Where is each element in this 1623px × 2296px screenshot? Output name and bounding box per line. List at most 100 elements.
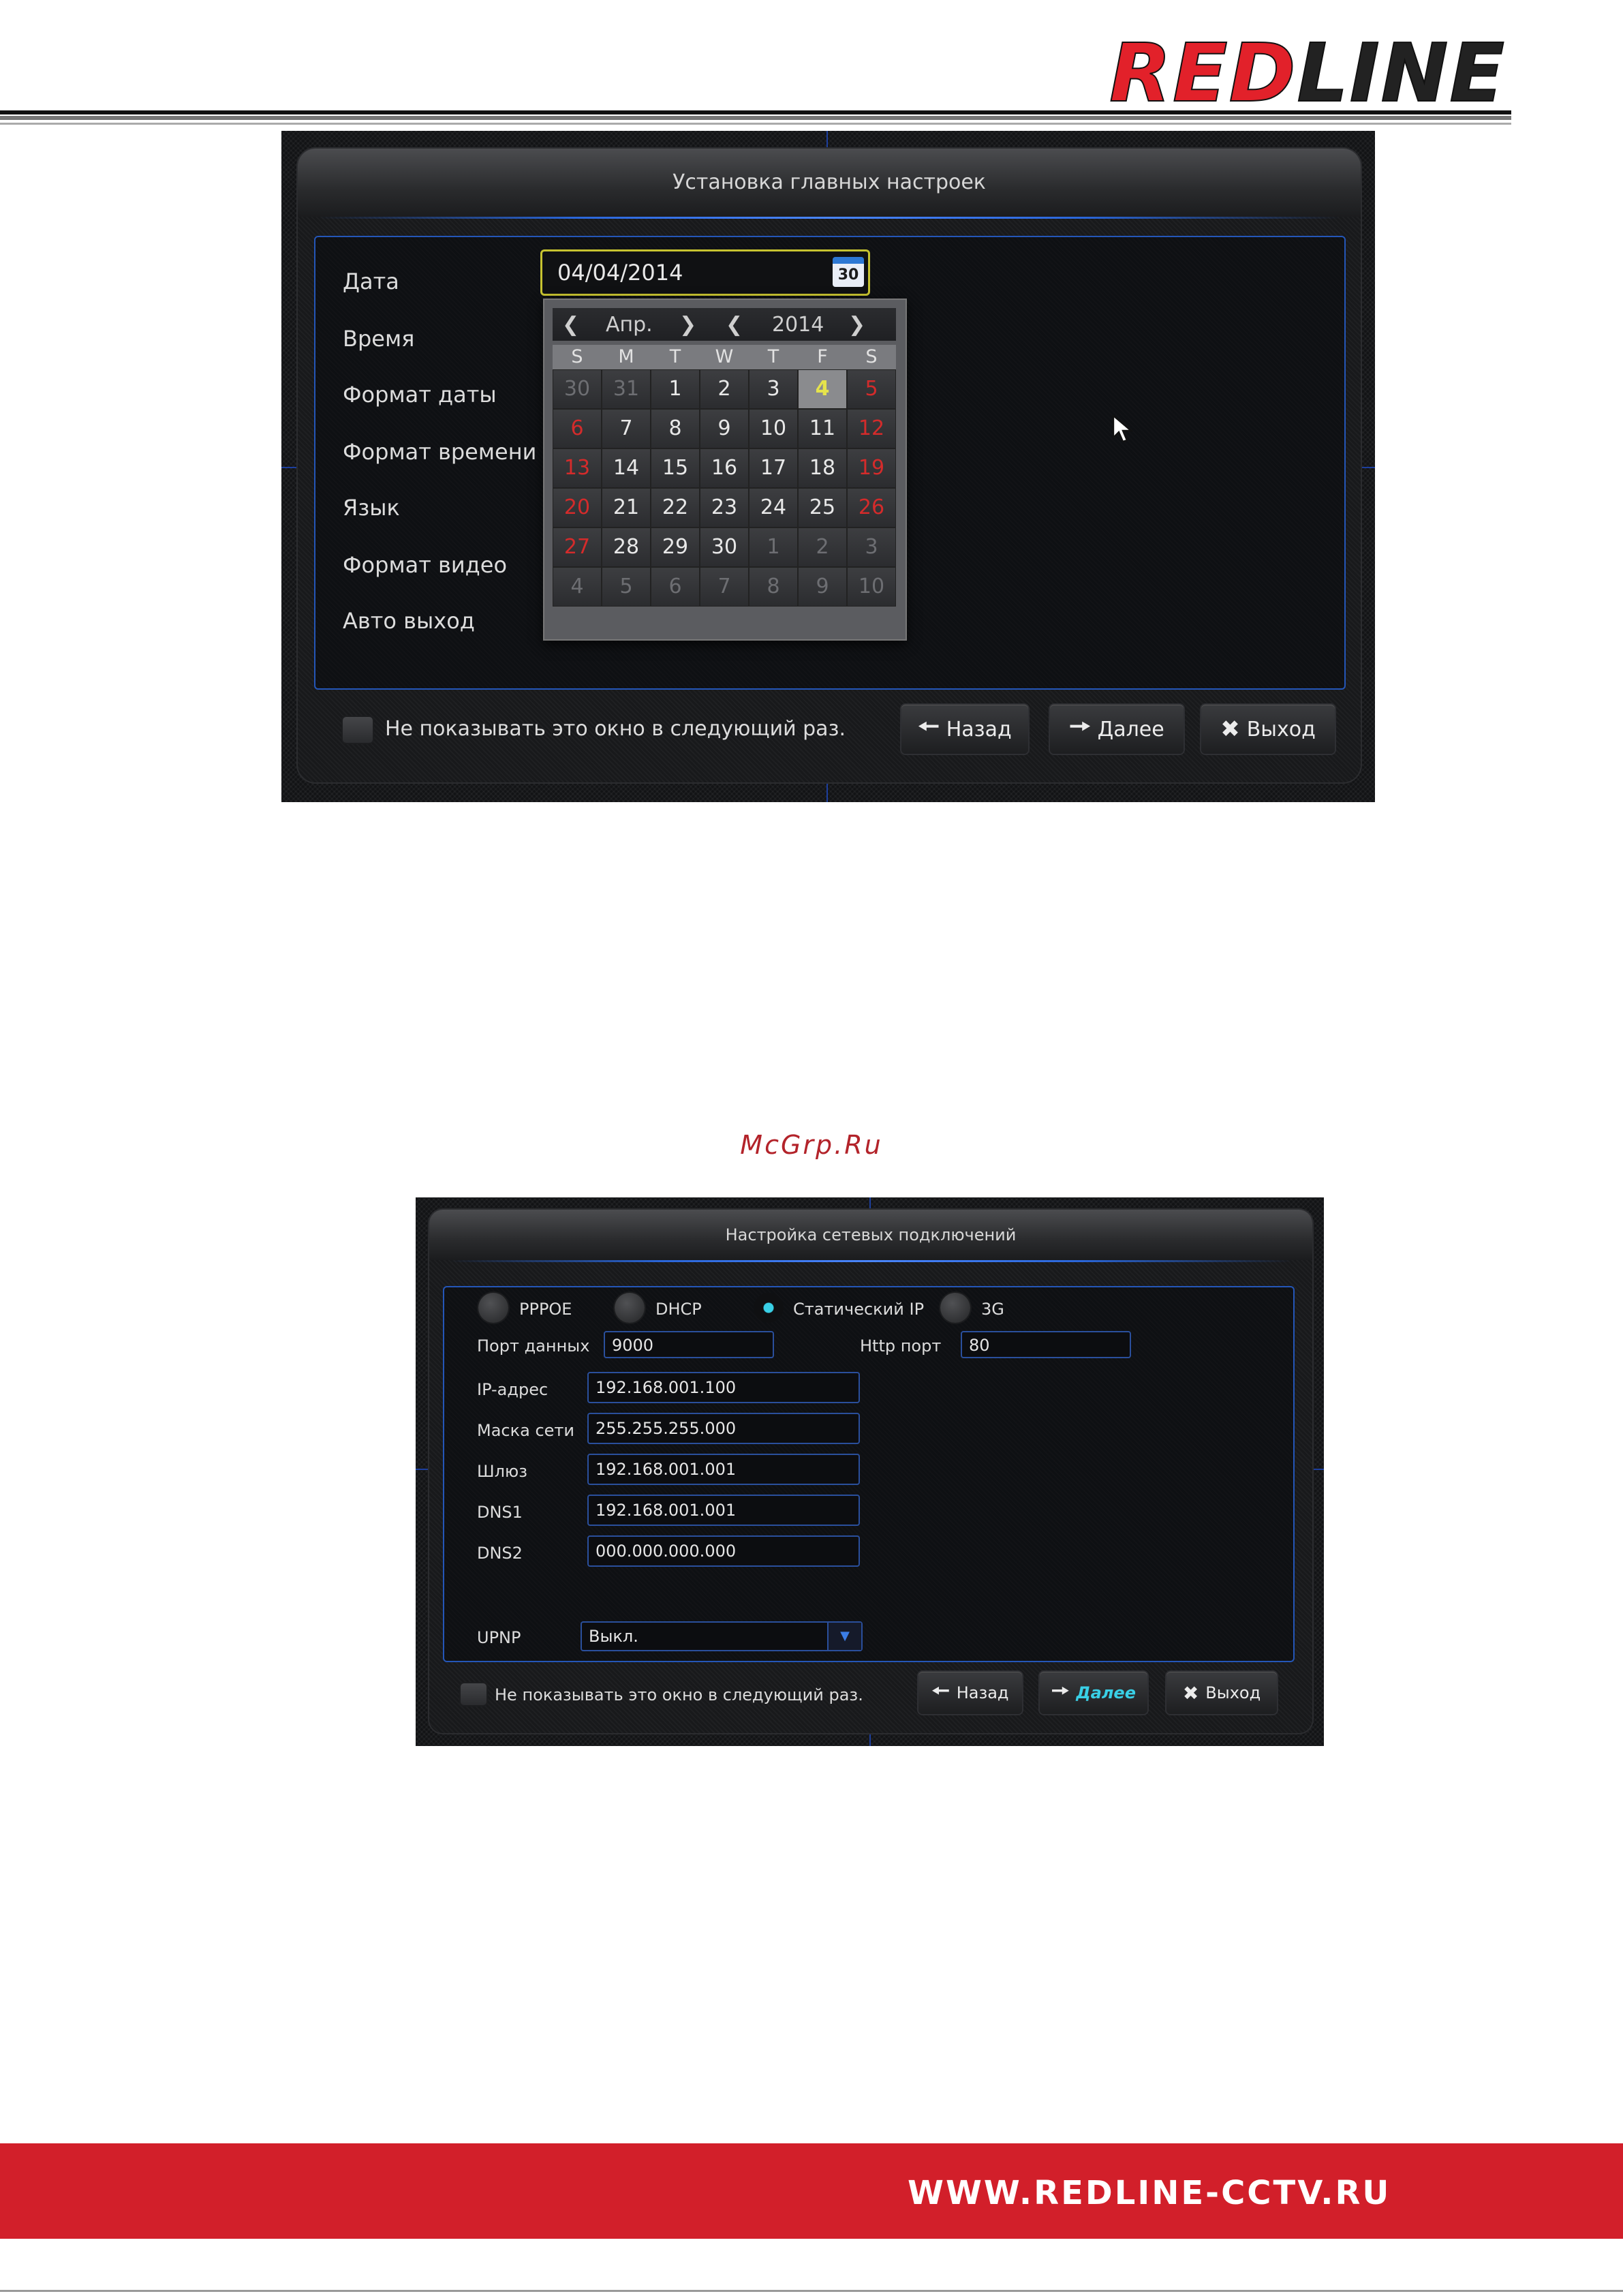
calendar-day[interactable]: 3 bbox=[847, 527, 896, 567]
dont-show-checkbox[interactable] bbox=[461, 1683, 486, 1705]
calendar-day[interactable]: 1 bbox=[651, 369, 700, 409]
dialog-title: Настройка сетевых подключений bbox=[429, 1210, 1312, 1262]
arrow-left-icon: 🠔 bbox=[918, 712, 940, 741]
calendar-day[interactable]: 2 bbox=[798, 527, 847, 567]
radio-dhcp-label: DHCP bbox=[655, 1300, 702, 1319]
next-button[interactable]: 🠖 Далее bbox=[1050, 705, 1184, 754]
calendar-days: 30 31 1 2 3 4 5 6 7 8 9 10 11 12 13 14 15 16 17 18 19 20 21 22 2… bbox=[553, 369, 896, 607]
general-settings-dialog: Установка главных настроек Дата Время Фо… bbox=[298, 149, 1361, 782]
prev-month-icon[interactable]: ❮ bbox=[562, 313, 579, 337]
calendar-day[interactable]: 4 bbox=[798, 369, 847, 409]
calendar-day[interactable]: 19 bbox=[847, 448, 896, 488]
weekday-header: M bbox=[618, 346, 634, 367]
footer-url: WWW.REDLINE-CCTV.RU bbox=[908, 2174, 1391, 2212]
calendar-day[interactable]: 18 bbox=[798, 448, 847, 488]
data-port-label: Порт данных bbox=[477, 1336, 590, 1356]
calendar-day[interactable]: 31 bbox=[602, 369, 651, 409]
chevron-down-icon[interactable]: ▼ bbox=[827, 1623, 861, 1650]
http-port-input[interactable]: 80 bbox=[961, 1331, 1131, 1358]
date-input[interactable]: 04/04/2014 30 bbox=[540, 249, 870, 296]
calendar-day[interactable]: 30 bbox=[553, 369, 602, 409]
label-date-format: Формат даты bbox=[343, 382, 497, 408]
settings-panel: Дата Время Формат даты Формат времени Яз… bbox=[314, 236, 1346, 690]
back-button[interactable]: 🠔 Назад bbox=[918, 1672, 1022, 1714]
calendar-day[interactable]: 3 bbox=[749, 369, 798, 409]
calendar-day[interactable]: 15 bbox=[651, 448, 700, 488]
calendar-day[interactable]: 4 bbox=[553, 567, 602, 607]
radio-dhcp[interactable] bbox=[615, 1293, 645, 1323]
calendar-day[interactable]: 12 bbox=[847, 409, 896, 448]
back-button[interactable]: 🠔 Назад bbox=[901, 705, 1028, 754]
close-icon: ✖ bbox=[1182, 1681, 1199, 1704]
calendar-day[interactable]: 5 bbox=[847, 369, 896, 409]
calendar-day[interactable]: 8 bbox=[749, 567, 798, 607]
radio-pppoe[interactable] bbox=[478, 1293, 508, 1323]
dns2-input[interactable]: 000.000.000.000 bbox=[587, 1535, 860, 1567]
date-value: 04/04/2014 bbox=[557, 260, 683, 286]
logo-part-red: RED bbox=[1109, 26, 1297, 120]
calendar-day[interactable]: 11 bbox=[798, 409, 847, 448]
calendar-day[interactable]: 9 bbox=[798, 567, 847, 607]
calendar-day[interactable]: 25 bbox=[798, 488, 847, 527]
next-month-icon[interactable]: ❯ bbox=[679, 313, 696, 337]
gateway-input[interactable]: 192.168.001.001 bbox=[587, 1454, 860, 1485]
radio-3g[interactable] bbox=[940, 1293, 970, 1323]
calendar-day[interactable]: 28 bbox=[602, 527, 651, 567]
calendar-day[interactable]: 8 bbox=[651, 409, 700, 448]
calendar-day[interactable]: 27 bbox=[553, 527, 602, 567]
header-divider bbox=[0, 110, 1511, 120]
subnet-mask-label: Маска сети bbox=[477, 1421, 574, 1440]
dialog-title: Установка главных настроек bbox=[298, 149, 1361, 219]
weekday-header: T bbox=[669, 346, 681, 367]
calendar-day[interactable]: 30 bbox=[700, 527, 749, 567]
calendar-day[interactable]: 10 bbox=[749, 409, 798, 448]
calendar-day[interactable]: 16 bbox=[700, 448, 749, 488]
calendar-day[interactable]: 21 bbox=[602, 488, 651, 527]
calendar-grid: SMTWTFS 30 31 1 2 3 4 5 6 7 8 9 10 11 12 13 14 15 16 17 18 1… bbox=[553, 345, 896, 607]
radio-pppoe-label: PPPOE bbox=[519, 1300, 572, 1319]
exit-button[interactable]: ✖ Выход bbox=[1201, 705, 1335, 754]
calendar-day[interactable]: 23 bbox=[700, 488, 749, 527]
prev-year-icon[interactable]: ❮ bbox=[726, 313, 743, 337]
arrow-left-icon: 🠔 bbox=[931, 1679, 950, 1703]
screenshot-network-settings: Настройка сетевых подключений PPPOE DHCP… bbox=[416, 1197, 1324, 1746]
label-auto-exit: Авто выход bbox=[343, 608, 475, 634]
next-button-label: Далее bbox=[1076, 1683, 1136, 1702]
next-year-icon[interactable]: ❯ bbox=[848, 313, 865, 337]
arrow-right-icon: 🠖 bbox=[1051, 1679, 1070, 1703]
calendar-day[interactable]: 5 bbox=[602, 567, 651, 607]
ip-address-input[interactable]: 192.168.001.100 bbox=[587, 1372, 860, 1403]
calendar-day[interactable]: 9 bbox=[700, 409, 749, 448]
calendar-day[interactable]: 14 bbox=[602, 448, 651, 488]
network-panel: PPPOE DHCP Статический IP 3G Порт данных… bbox=[443, 1286, 1295, 1662]
calendar-day[interactable]: 2 bbox=[700, 369, 749, 409]
label-date: Дата bbox=[343, 269, 399, 294]
subnet-mask-input[interactable]: 255.255.255.000 bbox=[587, 1413, 860, 1444]
calendar-popup: ❮ Апр. ❯ ❮ 2014 ❯ SMTWTFS 30 31 1 2 3 4 5 6 7 8 9 1… bbox=[543, 299, 907, 641]
next-button-label: Далее bbox=[1097, 717, 1164, 741]
calendar-day[interactable]: 13 bbox=[553, 448, 602, 488]
radio-static-ip-label: Статический IP bbox=[793, 1300, 925, 1319]
calendar-day[interactable]: 29 bbox=[651, 527, 700, 567]
calendar-day[interactable]: 7 bbox=[700, 567, 749, 607]
radio-static-ip[interactable] bbox=[754, 1293, 784, 1323]
label-time: Время bbox=[343, 326, 415, 352]
next-button[interactable]: 🠖 Далее bbox=[1040, 1672, 1147, 1714]
dns1-input[interactable]: 192.168.001.001 bbox=[587, 1495, 860, 1526]
calendar-day[interactable]: 17 bbox=[749, 448, 798, 488]
calendar-day[interactable]: 6 bbox=[651, 567, 700, 607]
calendar-day[interactable]: 6 bbox=[553, 409, 602, 448]
calendar-day[interactable]: 22 bbox=[651, 488, 700, 527]
data-port-input[interactable]: 9000 bbox=[604, 1331, 774, 1358]
calendar-day[interactable]: 20 bbox=[553, 488, 602, 527]
calendar-day[interactable]: 10 bbox=[847, 567, 896, 607]
calendar-day[interactable]: 7 bbox=[602, 409, 651, 448]
upnp-select[interactable]: Выкл. ▼ bbox=[581, 1621, 863, 1651]
exit-button[interactable]: ✖ Выход bbox=[1166, 1672, 1277, 1714]
calendar-day[interactable]: 1 bbox=[749, 527, 798, 567]
network-settings-dialog: Настройка сетевых подключений PPPOE DHCP… bbox=[429, 1210, 1312, 1733]
calendar-icon[interactable]: 30 bbox=[833, 257, 864, 287]
calendar-day[interactable]: 26 bbox=[847, 488, 896, 527]
calendar-day[interactable]: 24 bbox=[749, 488, 798, 527]
dont-show-checkbox[interactable] bbox=[343, 717, 373, 743]
